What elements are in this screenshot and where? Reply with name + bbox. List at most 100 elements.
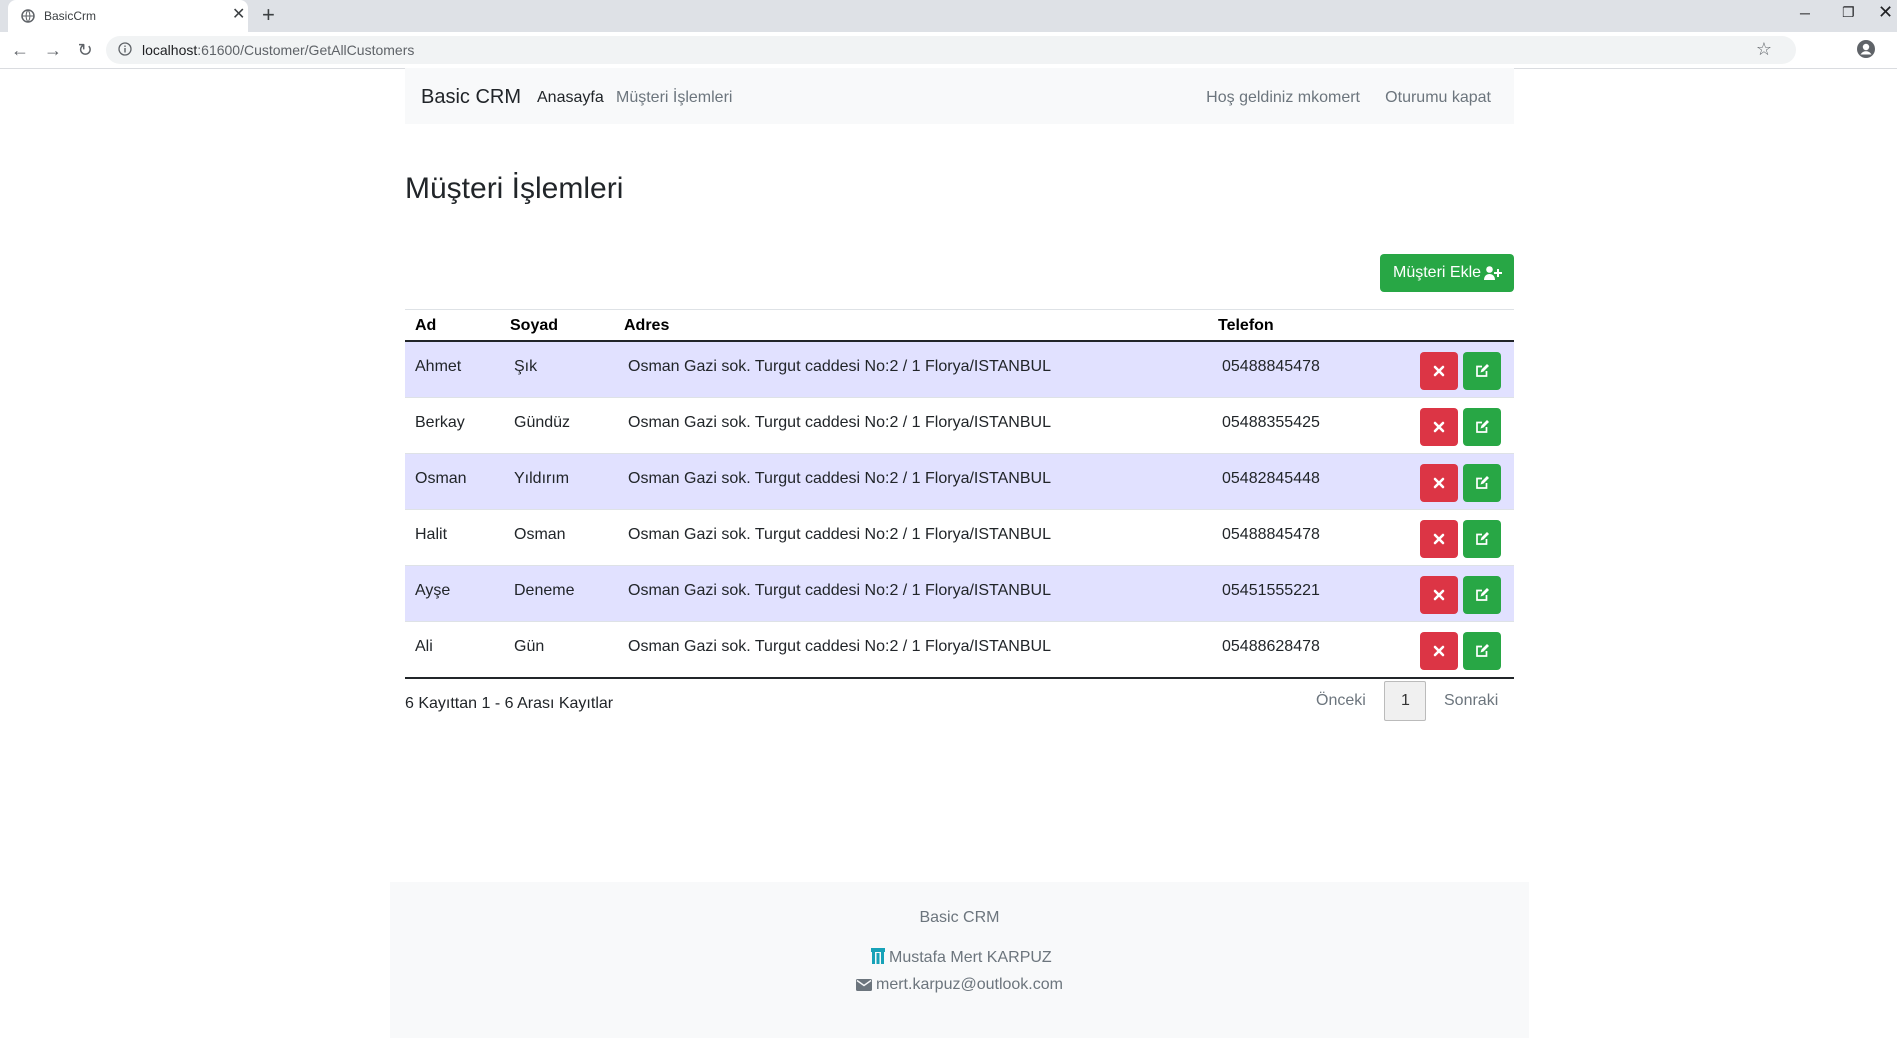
table-header: Ad Soyad Adres Telefon	[405, 309, 1514, 342]
delete-button[interactable]	[1420, 520, 1458, 558]
nav-link-home[interactable]: Anasayfa	[537, 89, 604, 107]
nav-link-customers[interactable]: Müşteri İşlemleri	[616, 89, 732, 107]
table-row: Halit Osman Osman Gazi sok. Turgut cadde…	[405, 509, 1514, 565]
url-host: localhost	[142, 42, 198, 58]
forward-arrow-icon[interactable]: →	[42, 38, 64, 62]
window-close-icon[interactable]: ✕	[1878, 2, 1893, 23]
cell-first-name: Ali	[415, 638, 433, 655]
cell-last-name: Deneme	[514, 582, 575, 599]
cell-address: Osman Gazi sok. Turgut caddesi No:2 / 1 …	[628, 470, 1051, 487]
column-header-address: Adres	[624, 317, 670, 334]
pagination-next[interactable]: Sonraki	[1440, 681, 1520, 721]
pagination-previous-label: Önceki	[1316, 692, 1366, 709]
table-row: Osman Yıldırım Osman Gazi sok. Turgut ca…	[405, 453, 1514, 509]
table-row: Berkay Gündüz Osman Gazi sok. Turgut cad…	[405, 397, 1514, 453]
cell-last-name: Şık	[514, 358, 538, 375]
close-icon	[1433, 365, 1445, 377]
cell-phone: 05488628478	[1222, 638, 1320, 655]
cell-address: Osman Gazi sok. Turgut caddesi No:2 / 1 …	[628, 582, 1051, 599]
window-restore-icon[interactable]: ❐	[1842, 4, 1855, 21]
close-icon	[1433, 589, 1445, 601]
cell-last-name: Osman	[514, 526, 566, 543]
edit-icon	[1476, 476, 1489, 489]
browser-tab[interactable]: BasicCrm ✕	[8, 0, 248, 32]
cell-first-name: Berkay	[415, 414, 465, 431]
table-bottom-border	[405, 677, 1514, 679]
user-plus-icon	[1484, 266, 1502, 280]
pagination-page-1[interactable]: 1	[1384, 681, 1426, 721]
edit-button[interactable]	[1463, 576, 1501, 614]
edit-icon	[1476, 532, 1489, 545]
navbar: Basic CRM Anasayfa Müşteri İşlemleri Hoş…	[405, 68, 1514, 124]
edit-icon	[1476, 364, 1489, 377]
edit-button[interactable]	[1463, 352, 1501, 390]
footer-email[interactable]: mert.karpuz@outlook.com	[856, 976, 1063, 994]
edit-button[interactable]	[1463, 464, 1501, 502]
window-minimize-icon[interactable]: ─	[1800, 5, 1810, 21]
tab-close-icon[interactable]: ✕	[232, 6, 245, 24]
url-text[interactable]: localhost:61600/Customer/GetAllCustomers	[142, 42, 414, 58]
customer-table: Ad Soyad Adres Telefon Ahmet Şık Osman G…	[405, 309, 1514, 679]
new-tab-icon[interactable]: +	[262, 3, 275, 27]
tab-title: BasicCrm	[44, 9, 97, 23]
address-bar[interactable]: localhost:61600/Customer/GetAllCustomers…	[106, 36, 1796, 64]
cell-address: Osman Gazi sok. Turgut caddesi No:2 / 1 …	[628, 414, 1051, 431]
cell-address: Osman Gazi sok. Turgut caddesi No:2 / 1 …	[628, 638, 1051, 655]
envelope-icon	[856, 979, 872, 991]
delete-button[interactable]	[1420, 408, 1458, 446]
delete-button[interactable]	[1420, 632, 1458, 670]
pagination-page-number: 1	[1401, 692, 1410, 709]
table-row: Ahmet Şık Osman Gazi sok. Turgut caddesi…	[405, 342, 1514, 397]
edit-icon	[1476, 420, 1489, 433]
cell-last-name: Gündüz	[514, 414, 571, 431]
edit-icon	[1476, 644, 1489, 657]
delete-button[interactable]	[1420, 464, 1458, 502]
close-icon	[1433, 645, 1445, 657]
cell-address: Osman Gazi sok. Turgut caddesi No:2 / 1 …	[628, 358, 1051, 375]
cell-last-name: Gün	[514, 638, 545, 655]
browser-toolbar: ← → ↻ localhost:61600/Customer/GetAllCus…	[0, 32, 1897, 69]
records-summary: 6 Kayıttan 1 - 6 Arası Kayıtlar	[405, 695, 614, 712]
cell-first-name: Ayşe	[415, 582, 451, 599]
edit-button[interactable]	[1463, 632, 1501, 670]
profile-avatar-icon[interactable]	[1856, 39, 1876, 59]
cell-first-name: Halit	[415, 526, 448, 543]
cell-first-name: Osman	[415, 470, 467, 487]
reload-icon[interactable]: ↻	[74, 38, 96, 62]
edit-button[interactable]	[1463, 520, 1501, 558]
cell-phone: 05488355425	[1222, 414, 1320, 431]
footer-title: Basic CRM	[919, 909, 1000, 926]
building-icon	[871, 948, 885, 964]
table-row: Ayşe Deneme Osman Gazi sok. Turgut cadde…	[405, 565, 1514, 621]
cell-phone: 05488845478	[1222, 358, 1320, 375]
cell-address: Osman Gazi sok. Turgut caddesi No:2 / 1 …	[628, 526, 1051, 543]
table-row: Ali Gün Osman Gazi sok. Turgut caddesi N…	[405, 621, 1514, 677]
cell-last-name: Yıldırım	[514, 470, 570, 487]
footer-author-name: Mustafa Mert KARPUZ	[889, 949, 1052, 966]
delete-button[interactable]	[1420, 576, 1458, 614]
nav-link-logout[interactable]: Oturumu kapat	[1385, 89, 1491, 107]
edit-button[interactable]	[1463, 408, 1501, 446]
nav-welcome-user[interactable]: Hoş geldiniz mkomert	[1206, 89, 1360, 107]
footer-author: Mustafa Mert KARPUZ	[871, 948, 1052, 967]
url-path: :61600/Customer/GetAllCustomers	[197, 42, 415, 58]
column-header-first-name: Ad	[415, 317, 437, 334]
back-arrow-icon[interactable]: ←	[9, 38, 31, 62]
bookmark-star-icon[interactable]: ☆	[1756, 39, 1772, 60]
browser-tab-strip: BasicCrm ✕ + ─ ❐ ✕	[0, 0, 1897, 32]
pagination-previous[interactable]: Önceki	[1300, 681, 1372, 721]
pagination-next-label: Sonraki	[1444, 692, 1499, 709]
add-customer-button[interactable]: Müşteri Ekle	[1380, 254, 1514, 292]
column-header-last-name: Soyad	[510, 317, 559, 334]
footer-email-address: mert.karpuz@outlook.com	[876, 976, 1063, 993]
globe-icon	[21, 9, 35, 23]
cell-phone: 05488845478	[1222, 526, 1320, 543]
page-title: Müşteri İşlemleri	[405, 172, 624, 205]
delete-button[interactable]	[1420, 352, 1458, 390]
navbar-brand[interactable]: Basic CRM	[421, 86, 521, 109]
close-icon	[1433, 533, 1445, 545]
info-icon[interactable]	[118, 42, 132, 56]
edit-icon	[1476, 588, 1489, 601]
footer: Basic CRM Mustafa Mert KARPUZ mert.karpu…	[390, 882, 1529, 1038]
column-header-phone: Telefon	[1218, 317, 1274, 334]
